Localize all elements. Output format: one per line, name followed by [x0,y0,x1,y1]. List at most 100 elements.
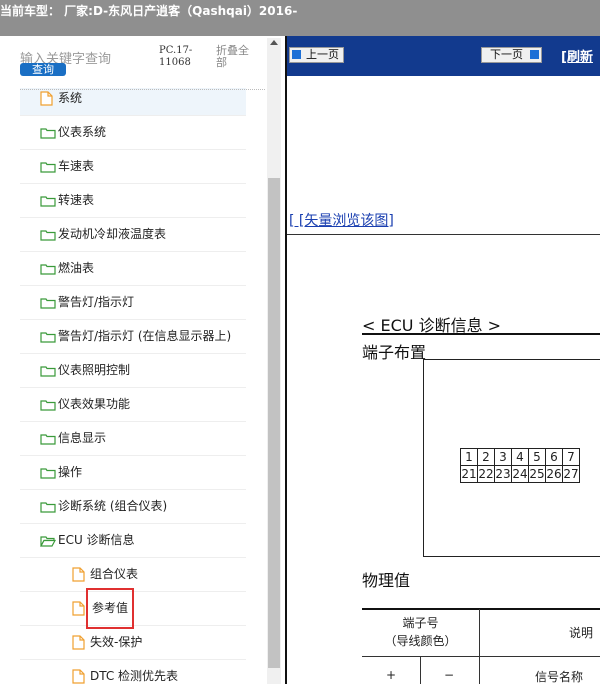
tree-item-label: 诊断系统 (组合仪表) [58,499,168,513]
tree-item[interactable]: 发动机冷却液温度表 [20,218,246,252]
folder-open-icon [39,535,57,547]
tree-item-label: 仪表系统 [58,125,107,139]
table-divider [479,609,480,684]
folder-icon [40,501,56,513]
folder-icon [40,433,56,445]
tree-item-label: 警告灯/指示灯 (在信息显示器上) [58,329,232,343]
refresh-link[interactable]: [刷新 [561,46,593,65]
connector-pin: 1 [460,448,478,466]
tree-item[interactable]: 仪表照明控制 [20,354,246,388]
folder-icon [40,297,56,309]
folder-icon [40,399,56,411]
table-top-rule [362,608,600,610]
terminal-header: 端子号 （导线颜色） [362,614,479,650]
folder-icon [40,467,56,479]
table-divider [420,656,421,684]
tree-item[interactable]: 仪表系统 [20,116,246,150]
scroll-up-icon[interactable] [270,40,278,45]
connector-pin: 3 [494,448,512,466]
connector-pin: 7 [562,448,580,466]
page-icon [72,669,86,684]
prev-page-label: 上一页 [306,48,339,61]
next-page-label: 下一页 [490,48,523,61]
search-button[interactable]: 查询 [20,63,66,76]
table-mid-rule [362,656,600,657]
tree-item-label: 燃油表 [58,261,95,275]
folder-icon [40,161,56,173]
page-icon [72,635,86,650]
divider [20,89,265,90]
connector-pin: 21 [460,465,478,483]
tree-item-label: 警告灯/指示灯 [58,295,135,309]
arrow-left-icon [292,50,301,59]
collapse-all-link[interactable]: 折叠全部 [216,45,256,69]
tree-item[interactable]: 转速表 [20,184,246,218]
page-icon [72,567,86,582]
doc-navbar: 上一页 下一页 [刷新 [287,36,600,76]
tree-item-label: 转速表 [58,193,95,207]
tree-item-label: 操作 [58,465,83,479]
tree-item[interactable]: 警告灯/指示灯 [20,286,246,320]
connector-pin: 4 [511,448,529,466]
connector-pin: 27 [562,465,580,483]
physical-values-heading: 物理值 [362,571,411,590]
page-icon [40,91,54,106]
folder-icon [40,263,56,275]
tree-item[interactable]: 参考值 [20,588,246,629]
signal-name-header: 信号名称 [535,670,584,684]
sidebar: 系统 仪表系统 车速表 转速表 发动机冷却液温度表 燃油表 警告灯/指示灯 警告灯/指示灯 (… [0,36,284,684]
tree-item[interactable]: DTC 检测优先表 [20,660,246,684]
connector-pin: 22 [477,465,495,483]
connector-pin: 6 [545,448,563,466]
search-area: 输入关键字查询 查询 PC.17- 11068 折叠全部 [0,36,284,90]
arrow-right-icon [530,50,539,59]
tree-item-label: 车速表 [58,159,95,173]
tree-item[interactable]: 警告灯/指示灯 (在信息显示器上) [20,320,246,354]
tree-item-label: 仪表照明控制 [58,363,131,377]
tree-item[interactable]: 组合仪表 [20,558,246,592]
tree-item[interactable]: 信息显示 [20,422,246,456]
terminal-layout-heading: 端子布置 [362,343,427,362]
tree-item-label: 参考值 [85,588,135,629]
connector-pin: 5 [528,448,546,466]
plus-header: + [386,668,397,682]
folder-icon [40,331,56,343]
tree-item[interactable]: 诊断系统 (组合仪表) [20,490,246,524]
tree-item-label: 发动机冷却液温度表 [58,227,167,241]
tree-item-label: 失效-保护 [90,635,143,649]
next-page-button[interactable]: 下一页 [481,47,542,63]
folder-icon [40,365,56,377]
connector-pin: 2 [477,448,495,466]
page-icon [72,601,86,616]
tree-item-label: 信息显示 [58,431,107,445]
folder-icon [40,229,56,241]
sidebar-scrollbar[interactable] [267,38,281,684]
wire-color-label: （导线颜色） [384,634,457,648]
scroll-thumb[interactable] [268,178,280,668]
minus-header: − [444,668,455,682]
tree-item[interactable]: 燃油表 [20,252,246,286]
prev-page-button[interactable]: 上一页 [289,47,344,63]
tree-item[interactable]: 失效-保护 [20,626,246,660]
connector-pins: 1234567 21 22 23 24 25 26 27 [460,448,580,483]
tree-item-label: DTC 检测优先表 [90,669,179,683]
connector-pin: 23 [494,465,512,483]
tree-item[interactable]: 操作 [20,456,246,490]
description-header: 说明 [569,626,594,640]
title-bar: 当前车型： 厂家:D-东风日产逍客（Qashqai）2016- [0,0,600,36]
separator [287,234,600,235]
terminal-header-label: 端子号 [402,616,439,630]
tree-item-label: 仪表效果功能 [58,397,131,411]
vehicle-title: 当前车型： 厂家:D-东风日产逍客（Qashqai）2016- [0,4,298,18]
tree-item[interactable]: ECU 诊断信息 [20,524,246,558]
connector-pin: 25 [528,465,546,483]
tree-item[interactable]: 仪表效果功能 [20,388,246,422]
connector-pin: 24 [511,465,529,483]
folder-icon [40,127,56,139]
tree-item[interactable]: 车速表 [20,150,246,184]
folder-icon [40,195,56,207]
tree-item-label: ECU 诊断信息 [58,533,135,547]
pc-version: PC.17- 11068 [159,45,193,68]
vector-view-link[interactable]: [ [矢量浏览该图] [289,210,394,230]
connector-pin: 26 [545,465,563,483]
